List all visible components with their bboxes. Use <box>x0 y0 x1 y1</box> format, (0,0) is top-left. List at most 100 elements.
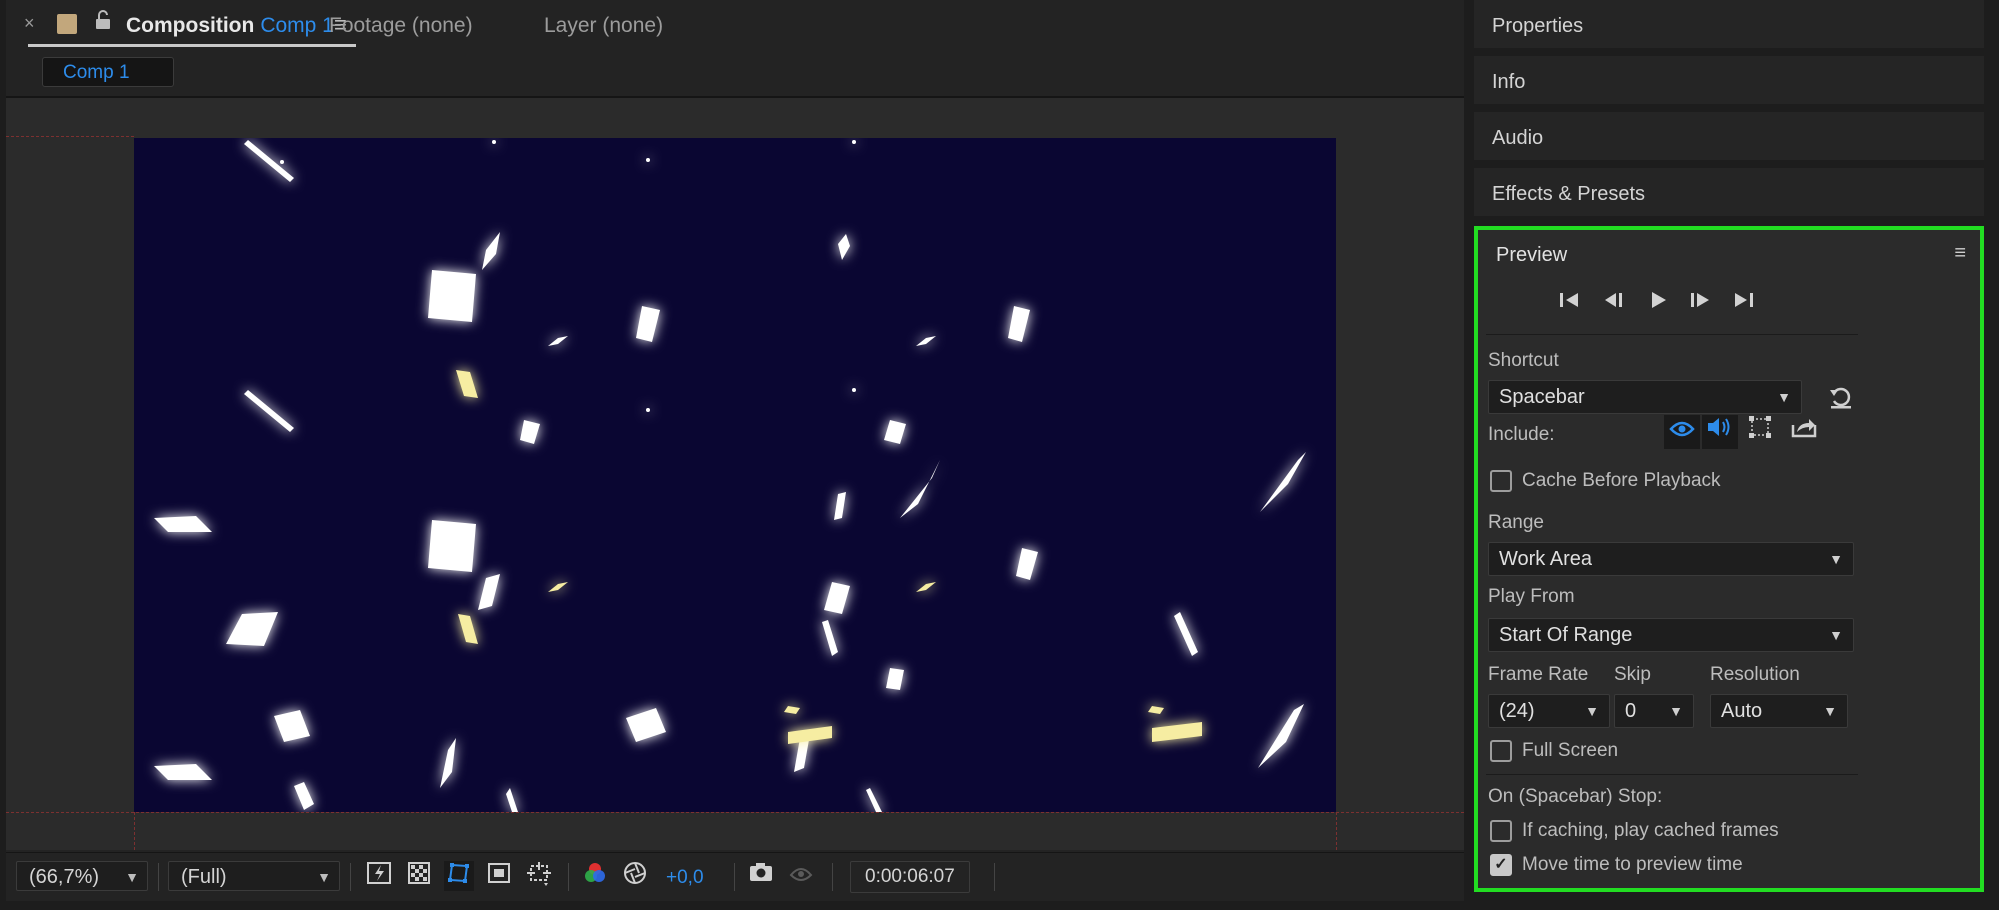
mask-path-visibility-icon[interactable] <box>444 861 474 891</box>
exposure-reset-icon[interactable] <box>620 861 650 891</box>
magnification-dropdown[interactable]: (66,7%) ▼ <box>16 861 148 891</box>
next-frame-icon[interactable] <box>1688 290 1712 316</box>
label-color-swatch[interactable] <box>57 14 77 34</box>
resolution-dropdown[interactable]: (Full) ▼ <box>168 861 340 891</box>
panel-menu-icon[interactable]: ≡ <box>1954 242 1966 265</box>
exposure-value[interactable]: +0,0 <box>666 867 704 889</box>
skip-label: Skip <box>1614 664 1651 685</box>
viewer-toolbar: (66,7%) ▼ (Full) ▼ +0,0 0:00:06:07 <box>6 852 1464 901</box>
region-of-interest-icon[interactable] <box>484 861 514 891</box>
range-dropdown[interactable]: Work Area ▼ <box>1488 542 1854 576</box>
resolution-value: (Full) <box>181 866 227 888</box>
include-options <box>1664 415 1864 449</box>
layer-tab[interactable]: Layer (none) <box>544 14 663 38</box>
safe-guide-bottom <box>6 812 1464 813</box>
shortcut-label: Shortcut <box>1488 350 1559 371</box>
chevron-down-icon: ▼ <box>125 869 139 885</box>
resolution-preview-dropdown[interactable]: Auto ▼ <box>1710 694 1848 728</box>
overlays-icon[interactable] <box>1742 415 1778 449</box>
divider <box>1486 774 1858 775</box>
if-caching-label: If caching, play cached frames <box>1522 820 1779 841</box>
toolbar-separator <box>568 863 569 891</box>
composition-tab-label: Composition <box>126 14 255 37</box>
composition-canvas[interactable] <box>134 138 1336 812</box>
audio-panel-header[interactable]: Audio <box>1474 112 1984 164</box>
frame-rate-label: Frame Rate <box>1488 664 1589 685</box>
chevron-down-icon: ▼ <box>1823 703 1837 719</box>
toolbar-separator <box>832 863 833 891</box>
chevron-down-icon: ▼ <box>1585 703 1599 719</box>
toolbar-separator <box>734 863 735 891</box>
color-channels-icon[interactable] <box>580 861 610 891</box>
chevron-down-icon: ▼ <box>317 869 331 885</box>
confetti-render <box>154 140 1306 812</box>
safe-guide-right <box>1336 812 1337 850</box>
composition-navigator: Comp 1 <box>6 52 1464 98</box>
frame-rate-dropdown[interactable]: (24) ▼ <box>1488 694 1610 728</box>
cache-before-playback-checkbox[interactable] <box>1490 470 1512 492</box>
preview-panel-title: Preview <box>1496 244 1568 266</box>
shortcut-dropdown[interactable]: Spacebar ▼ <box>1488 380 1802 414</box>
move-time-label: Move time to preview time <box>1522 854 1743 875</box>
toolbar-separator <box>158 863 159 891</box>
play-icon[interactable] <box>1648 290 1668 316</box>
skip-dropdown[interactable]: 0 ▼ <box>1614 694 1694 728</box>
composition-tab[interactable]: Composition Comp 1 <box>126 14 334 38</box>
range-label: Range <box>1488 512 1544 533</box>
footage-tab[interactable]: Footage (none) <box>329 14 473 38</box>
divider <box>1486 334 1858 335</box>
last-frame-icon[interactable] <box>1732 290 1756 316</box>
chevron-down-icon: ▼ <box>1829 551 1843 567</box>
resolution-label: Resolution <box>1710 664 1800 685</box>
skip-value: 0 <box>1625 700 1637 722</box>
show-snapshot-icon[interactable] <box>786 861 816 891</box>
include-label: Include: <box>1488 424 1555 445</box>
resolution-preview-value: Auto <box>1721 700 1763 722</box>
active-tab-indicator <box>28 44 356 47</box>
transparency-grid-icon[interactable] <box>404 861 434 891</box>
stop-behavior-label: On (Spacebar) Stop: <box>1488 786 1663 807</box>
full-screen-checkbox[interactable] <box>1490 740 1512 762</box>
range-value: Work Area <box>1499 548 1592 570</box>
video-eye-icon[interactable] <box>1664 415 1700 449</box>
effects-presets-panel-header[interactable]: Effects & Presets <box>1474 168 1984 220</box>
comp-navigator-chip[interactable]: Comp 1 <box>42 57 174 87</box>
right-panel-column: Properties Info Audio Effects & Presets … <box>1466 0 1999 910</box>
reset-shortcut-icon[interactable] <box>1828 384 1854 415</box>
grid-guides-icon[interactable] <box>524 861 554 891</box>
toolbar-separator <box>994 863 995 891</box>
if-caching-checkbox[interactable] <box>1490 820 1512 842</box>
safe-guide-left <box>134 812 135 850</box>
frame-rate-value: (24) <box>1499 700 1535 722</box>
close-tab-icon[interactable]: × <box>24 13 35 34</box>
panel-tab-bar: × Composition Comp 1 ≡ Footage (none) Lay… <box>6 0 1464 50</box>
toolbar-separator <box>350 863 351 891</box>
move-time-checkbox[interactable]: ✓ <box>1490 854 1512 876</box>
composition-panel: × Composition Comp 1 ≡ Footage (none) Lay… <box>6 0 1464 901</box>
snapshot-camera-icon[interactable] <box>746 861 776 891</box>
current-time-display[interactable]: 0:00:06:07 <box>850 861 970 893</box>
play-from-label: Play From <box>1488 586 1575 607</box>
audio-speaker-icon[interactable] <box>1702 415 1738 449</box>
composition-tab-comp-name: Comp 1 <box>260 14 334 37</box>
properties-panel-header[interactable]: Properties <box>1474 0 1984 52</box>
fast-previews-icon[interactable] <box>364 861 394 891</box>
info-panel-header[interactable]: Info <box>1474 56 1984 108</box>
lock-icon[interactable] <box>94 10 112 36</box>
safe-guide-top <box>6 136 134 137</box>
play-from-value: Start Of Range <box>1499 624 1633 646</box>
play-from-dropdown[interactable]: Start Of Range ▼ <box>1488 618 1854 652</box>
cache-before-playback-label: Cache Before Playback <box>1522 470 1721 491</box>
chevron-down-icon: ▼ <box>1777 389 1791 405</box>
full-screen-label: Full Screen <box>1522 740 1619 761</box>
magnification-value: (66,7%) <box>29 866 100 888</box>
shortcut-value: Spacebar <box>1499 386 1585 408</box>
transport-controls <box>1558 290 1808 316</box>
chevron-down-icon: ▼ <box>1829 627 1843 643</box>
chevron-down-icon: ▼ <box>1669 703 1683 719</box>
export-icon[interactable] <box>1786 415 1822 449</box>
composition-viewer[interactable] <box>6 98 1464 850</box>
previous-frame-icon[interactable] <box>1602 290 1626 316</box>
preview-panel: Preview ≡ Shortcut Spacebar ▼ Include: C… <box>1474 226 1984 892</box>
first-frame-icon[interactable] <box>1558 290 1582 316</box>
